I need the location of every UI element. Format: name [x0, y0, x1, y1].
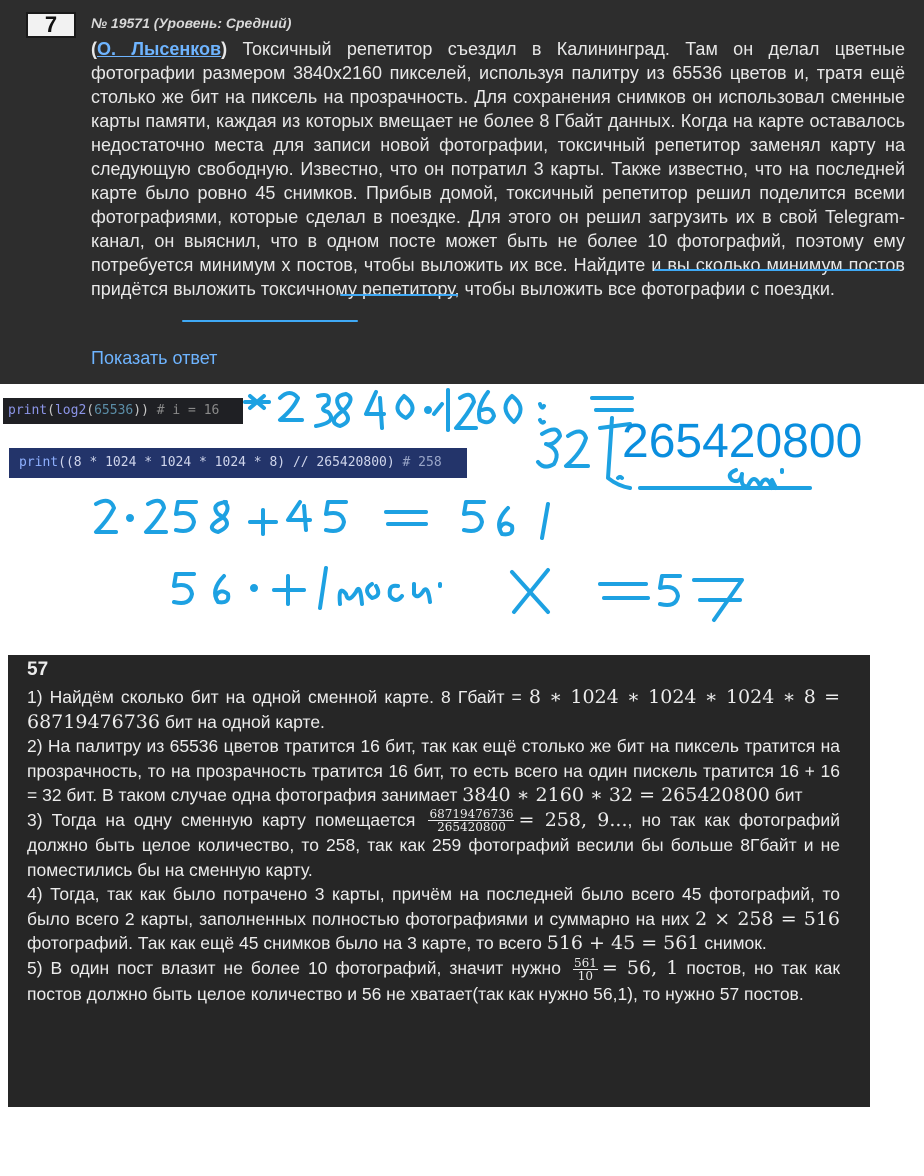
- task-panel: 7 № 19571 (Уровень: Средний) (О. Лысенко…: [0, 0, 924, 384]
- pen-underline-1: [654, 269, 900, 271]
- solution-math: 516 + 45 = 561: [546, 932, 700, 955]
- task-number-badge: 7: [26, 12, 76, 38]
- solution-text: 1) Найдём сколько бит на одной сменной к…: [27, 687, 529, 707]
- pen-underline-2: [340, 294, 458, 296]
- task-statement: (О. Лысенков) Токсичный репетитор съезди…: [91, 37, 905, 301]
- solution-math: = 258, 9...: [518, 808, 628, 831]
- solution-step-2: 2) На палитру из 65536 цветов тратится 1…: [27, 734, 840, 808]
- solution-fraction: 561 10: [572, 955, 598, 983]
- solution-math: 2 × 258 = 516: [695, 907, 841, 930]
- fraction-numerator: 561: [572, 955, 598, 970]
- solution-step-4: 4) Тогда, так как было потрачено 3 карты…: [27, 882, 840, 956]
- fraction-denominator: 10: [577, 968, 594, 983]
- task-meta: № 19571 (Уровень: Средний): [91, 15, 292, 31]
- solution-fraction: 68719476736 265420800: [428, 808, 515, 835]
- solution-body: 1) Найдём сколько бит на одной сменной к…: [27, 685, 840, 1006]
- pen-underline-3: [182, 320, 358, 322]
- solution-step-1: 1) Найдём сколько бит на одной сменной к…: [27, 685, 840, 734]
- solution-text: бит: [769, 785, 803, 805]
- solution-text: 5) В один пост влазит не более 10 фотогр…: [27, 957, 569, 978]
- solution-step-5: 5) В один пост влазит не более 10 фотогр…: [27, 956, 840, 1006]
- solution-math: = 56, 1: [601, 956, 679, 979]
- task-text: Токсичный репетитор съездил в Калинингра…: [91, 39, 905, 299]
- solution-math: 3840 ∗ 2160 ∗ 32 = 265420800: [462, 784, 770, 806]
- fraction-denominator: 265420800: [437, 820, 506, 835]
- solution-text: бит на одной карте.: [159, 711, 325, 732]
- solution-step-3: 3) Тогда на одну сменную карту помещаетс…: [27, 808, 840, 883]
- author-link[interactable]: О. Лысенков: [97, 39, 221, 59]
- solution-text: фотографий. Так как ещё 45 снимков было …: [27, 933, 547, 954]
- solution-answer: 57: [27, 659, 49, 680]
- solution-panel: 57 1) Найдём сколько бит на одной сменно…: [8, 655, 870, 1107]
- solution-text: снимок.: [699, 933, 767, 954]
- show-answer-link[interactable]: Показать ответ: [91, 348, 217, 369]
- solution-text: 3) Тогда на одну сменную карту помещаетс…: [27, 809, 425, 830]
- handwritten-big-number: 265420800: [622, 415, 863, 468]
